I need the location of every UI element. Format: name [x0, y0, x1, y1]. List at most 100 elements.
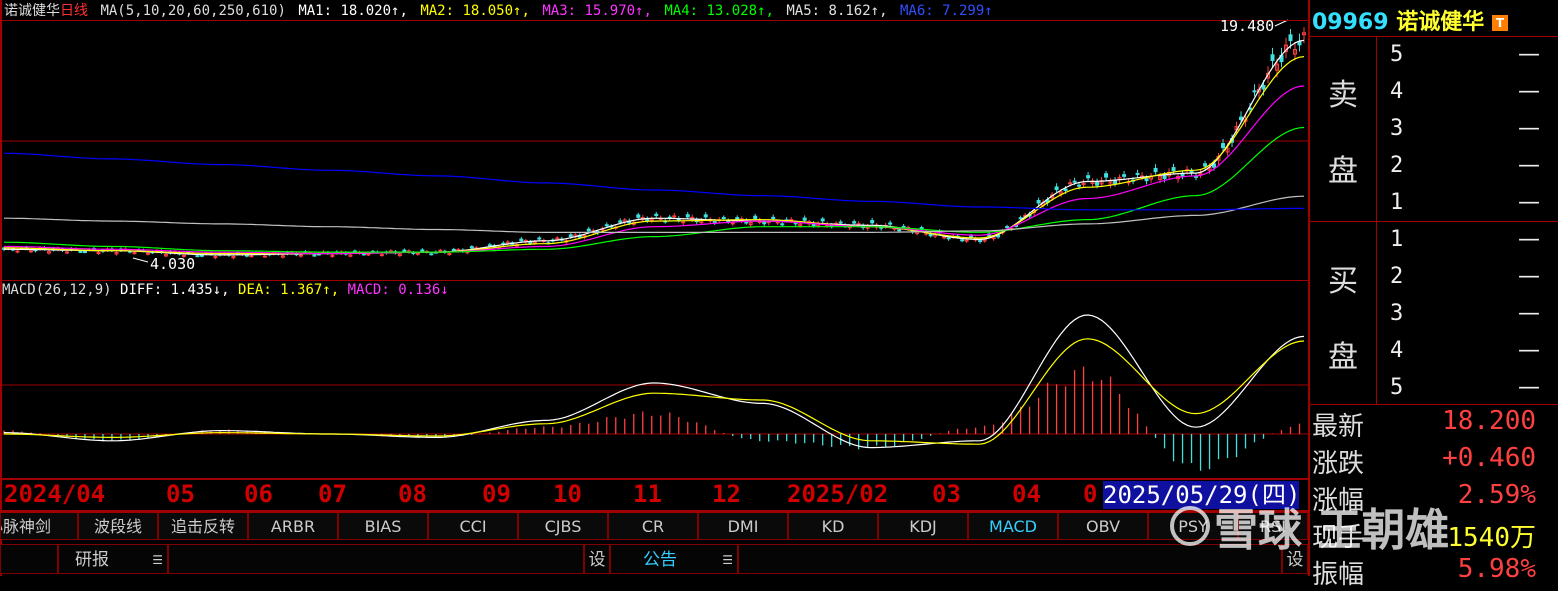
- buy-label-bottom: 盘: [1328, 340, 1358, 375]
- candle-body: [487, 244, 492, 247]
- candle-body: [555, 237, 560, 240]
- bottom-bar: 研报 ☰ 设 公告 ☰ 设: [0, 544, 1308, 576]
- candle-body: [712, 221, 717, 224]
- tab-macd[interactable]: MACD: [968, 512, 1058, 540]
- tab-bias[interactable]: BIAS: [338, 512, 428, 540]
- announcement-button[interactable]: 公告 ☰: [610, 544, 738, 574]
- buy-level-2: 2: [1390, 264, 1404, 289]
- candle-body: [618, 220, 623, 223]
- candle-body: [145, 252, 150, 255]
- stock-code: 09969: [1312, 10, 1389, 35]
- candle-body: [312, 254, 317, 257]
- month-label: 03: [932, 480, 961, 508]
- candle-body: [820, 218, 825, 222]
- ma5-value: MA5: 8.162↑,: [786, 3, 888, 19]
- candle-body: [568, 234, 573, 238]
- tab-boduanxian[interactable]: 波段线: [78, 512, 158, 540]
- candle-body: [1144, 178, 1149, 182]
- t-badge-icon[interactable]: T: [1491, 15, 1508, 31]
- ma-header: 诺诚健华日线 MA(5,10,20,60,250,610) MA1: 18.02…: [4, 0, 997, 20]
- candle-body: [870, 220, 875, 224]
- candle-body: [15, 250, 20, 253]
- ma-line-ma3: [4, 85, 1305, 255]
- candle-body: [838, 221, 843, 224]
- xueqiu-watermark: 雪球 王朝雄: [1170, 494, 1449, 558]
- low-marker-arrow: [132, 257, 149, 263]
- tab-cjbs[interactable]: CJBS: [518, 512, 608, 540]
- candle-body: [1270, 54, 1275, 61]
- month-label: 11: [633, 480, 662, 508]
- stock-name: 诺诚健华: [4, 3, 60, 19]
- buy-level-5: 5: [1390, 375, 1404, 400]
- candle-body: [1077, 184, 1082, 187]
- tab-kdj[interactable]: KDJ: [878, 512, 968, 540]
- tab-xinmai[interactable]: 心脉神剑: [0, 512, 78, 540]
- tab-cci[interactable]: CCI: [428, 512, 518, 540]
- candle-body: [762, 221, 767, 225]
- candle-body: [1005, 226, 1010, 229]
- tab-arbr[interactable]: ARBR: [248, 512, 338, 540]
- research-button[interactable]: 研报 ☰: [58, 544, 168, 574]
- candle-body: [1095, 181, 1100, 186]
- change-label: 涨跌: [1312, 449, 1365, 479]
- chart-area[interactable]: [0, 0, 1308, 478]
- candle-body: [753, 215, 758, 220]
- candle-body: [1054, 186, 1059, 191]
- volume-value: 1540万: [1447, 523, 1536, 553]
- order-dash: —: [1518, 42, 1540, 67]
- diff-value: DIFF: 1.435↓,: [120, 282, 230, 298]
- candle-body: [1171, 167, 1176, 172]
- month-label: 0: [1083, 480, 1098, 508]
- ma-params: MA(5,10,20,60,250,610): [100, 3, 286, 19]
- buy-level-3: 3: [1390, 301, 1404, 326]
- candle-body: [1072, 180, 1077, 183]
- sell-level-1: 1: [1390, 190, 1404, 215]
- candle-body: [604, 224, 609, 227]
- candle-body: [1203, 163, 1208, 167]
- research-menu-icon: ☰: [152, 553, 163, 567]
- month-label: 07: [318, 480, 347, 508]
- tab-obv[interactable]: OBV: [1058, 512, 1148, 540]
- candle-body: [1180, 173, 1185, 177]
- tab-cr[interactable]: CR: [608, 512, 698, 540]
- month-label: 05: [166, 480, 195, 508]
- candle-body: [1063, 188, 1068, 192]
- tab-kd[interactable]: KD: [788, 512, 878, 540]
- month-label: 04: [1012, 480, 1041, 508]
- latest-value: 18.200: [1442, 406, 1536, 436]
- candle-body: [1252, 90, 1257, 93]
- amplitude-label: 振幅: [1312, 560, 1365, 590]
- candle-body: [964, 239, 969, 242]
- candle-body: [771, 216, 776, 219]
- sell-label-top: 卖: [1328, 78, 1358, 113]
- candle-body: [1221, 143, 1226, 149]
- candle-body: [960, 239, 965, 242]
- candle-body: [1104, 173, 1109, 178]
- candle-body: [82, 251, 87, 254]
- candle-body: [537, 237, 542, 240]
- order-dash: —: [1518, 301, 1540, 326]
- tab-zhuiji[interactable]: 追击反转: [158, 512, 248, 540]
- quote-title: 09969 诺诚健华 T: [1312, 4, 1508, 36]
- watermark-text: 雪球 王朝雄: [1214, 505, 1450, 556]
- ma3-value: MA3: 15.970↑,: [542, 3, 652, 19]
- macd-params: MACD(26,12,9): [2, 282, 112, 298]
- stock-name-label: 诺诚健华: [1396, 10, 1485, 35]
- candle-body: [1122, 174, 1127, 177]
- bottom-spacer-left: [0, 544, 58, 574]
- candle-body: [946, 237, 951, 240]
- candle-body: [1261, 85, 1266, 90]
- tab-dmi[interactable]: DMI: [698, 512, 788, 540]
- ma1-value: MA1: 18.020↑,: [298, 3, 408, 19]
- order-dash: —: [1518, 264, 1540, 289]
- candle-body: [586, 228, 591, 232]
- order-dash: —: [1518, 227, 1540, 252]
- candle-body: [199, 254, 204, 257]
- announcement-menu-icon: ☰: [722, 553, 733, 567]
- latest-label: 最新: [1312, 412, 1365, 442]
- candle-body: [298, 254, 303, 257]
- candle-body: [1288, 34, 1293, 42]
- candle-body: [28, 250, 33, 253]
- settings-button[interactable]: 设: [584, 544, 610, 574]
- candle-body: [1189, 170, 1194, 173]
